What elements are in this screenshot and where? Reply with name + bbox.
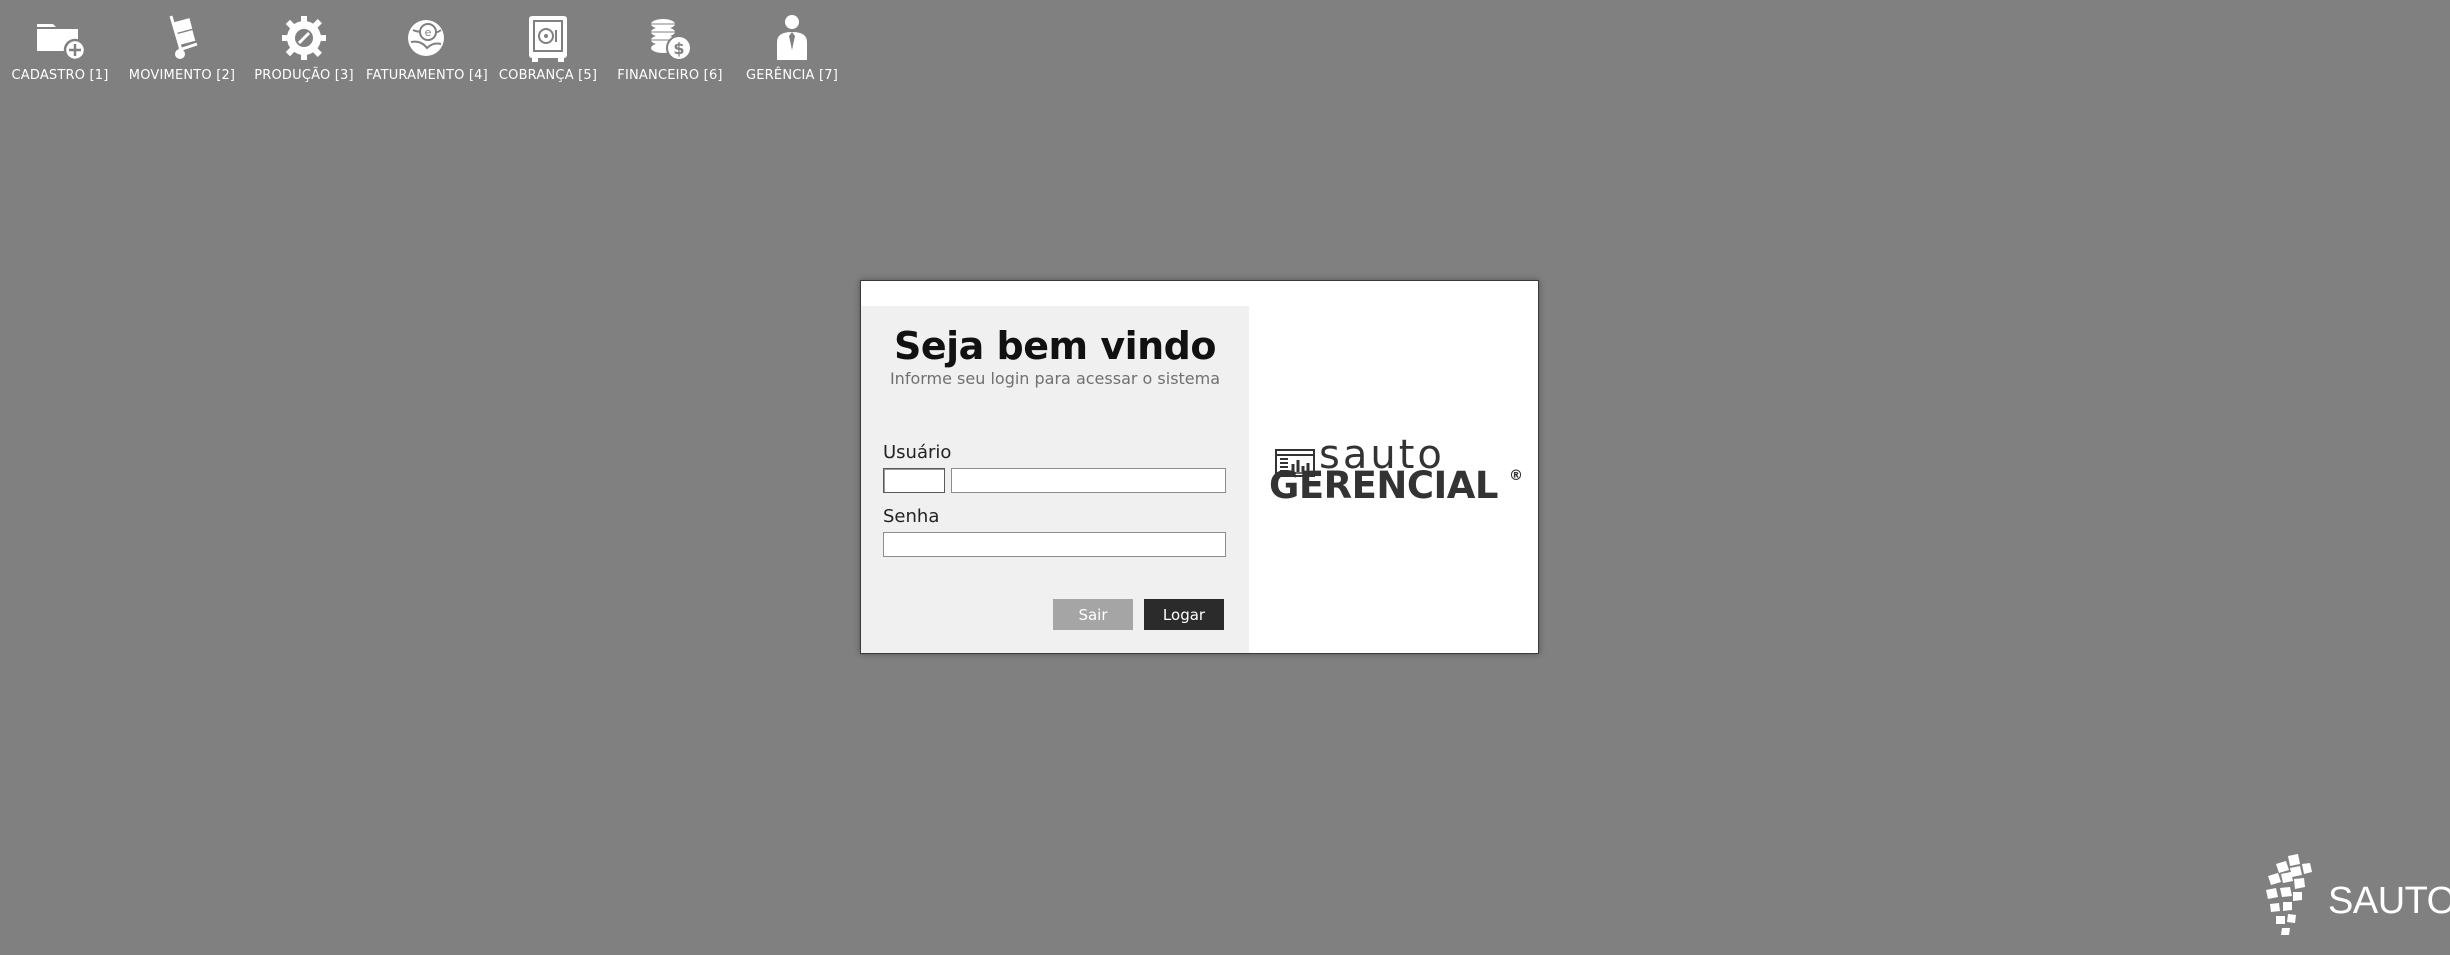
sauto-brand-logo: SAUTO	[2262, 852, 2450, 942]
password-label: Senha	[883, 506, 940, 527]
menu-item-cobranca[interactable]: COBRANÇA [5]	[488, 8, 608, 83]
menu-label: COBRANÇA [5]	[498, 68, 598, 83]
menu-label: PRODUÇÃO [3]	[254, 68, 354, 83]
svg-text:e: e	[425, 26, 432, 39]
login-dialog: Seja bem vindo Informe seu login para ac…	[860, 280, 1539, 654]
sauto-gerencial-logo: sauto GERENCIAL ®	[1269, 432, 1529, 516]
menu-label: GERÊNCIA [7]	[745, 68, 838, 83]
sauto-mark-icon	[2266, 854, 2312, 935]
password-input[interactable]	[883, 532, 1226, 557]
menu-label: CADASTRO [1]	[11, 68, 109, 83]
login-panel: Seja bem vindo Informe seu login para ac…	[861, 306, 1249, 653]
menu-item-gerencia[interactable]: GERÊNCIA [7]	[732, 8, 852, 83]
hand-truck-icon	[169, 15, 198, 59]
menu-item-producao[interactable]: PRODUÇÃO [3]	[244, 8, 364, 83]
coins-dollar-icon: $	[651, 19, 692, 61]
globe-invoice-icon: e	[408, 20, 444, 56]
welcome-title: Seja bem vindo	[894, 324, 1217, 368]
sauto-brand-text: SAUTO	[2328, 880, 2450, 922]
menu-item-cadastro[interactable]: CADASTRO [1]	[0, 8, 120, 83]
welcome-subtitle: Informe seu login para acessar o sistema	[889, 369, 1221, 388]
exit-button[interactable]: Sair	[1053, 599, 1133, 630]
menu-item-faturamento[interactable]: e FATURAMENTO [4]	[366, 8, 488, 83]
login-button[interactable]: Logar	[1144, 599, 1224, 630]
menu-label: FINANCEIRO [6]	[617, 68, 723, 83]
folder-add-icon	[37, 24, 87, 62]
menu-label: MOVIMENTO [2]	[128, 68, 236, 83]
menu-label: FATURAMENTO [4]	[366, 68, 488, 83]
user-label: Usuário	[883, 442, 952, 463]
manager-person-icon	[777, 15, 807, 60]
svg-text:$: $	[673, 39, 684, 58]
logo-gerencial-text: GERENCIAL	[1269, 464, 1499, 507]
menu-item-financeiro[interactable]: $ FINANCEIRO [6]	[610, 8, 730, 83]
safe-icon	[529, 16, 567, 62]
user-name-input[interactable]	[951, 468, 1226, 493]
registered-mark: ®	[1509, 468, 1523, 484]
user-code-input[interactable]	[883, 468, 945, 493]
menu-item-movimento[interactable]: MOVIMENTO [2]	[122, 8, 242, 83]
gear-wrench-icon	[282, 16, 326, 60]
